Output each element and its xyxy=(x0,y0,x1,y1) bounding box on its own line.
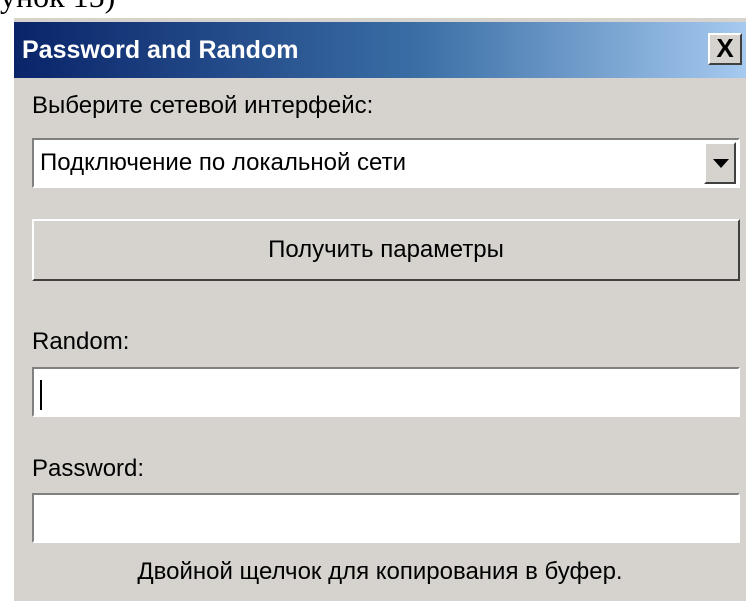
random-label: Random: xyxy=(32,328,130,355)
random-input[interactable] xyxy=(32,367,740,417)
get-parameters-button[interactable]: Получить параметры xyxy=(32,219,740,281)
text-caret xyxy=(40,380,42,410)
chevron-down-icon[interactable] xyxy=(704,142,736,184)
password-random-dialog: Password and Random X Выберите сетевой и… xyxy=(11,15,746,601)
window-title: Password and Random xyxy=(22,36,299,64)
title-bar[interactable]: Password and Random X xyxy=(14,22,746,78)
document-text-fragment: унок 15) xyxy=(0,0,200,16)
interface-label: Выберите сетевой интерфейс: xyxy=(32,92,374,119)
interface-selected-value: Подключение по локальной сети xyxy=(40,149,406,176)
copy-hint: Двойной щелчок для копирования в буфер. xyxy=(137,558,623,585)
close-icon: X xyxy=(716,33,734,63)
password-input[interactable] xyxy=(32,493,740,543)
interface-select[interactable]: Подключение по локальной сети xyxy=(32,138,740,188)
password-label: Password: xyxy=(32,455,145,482)
close-button[interactable]: X xyxy=(708,33,742,65)
